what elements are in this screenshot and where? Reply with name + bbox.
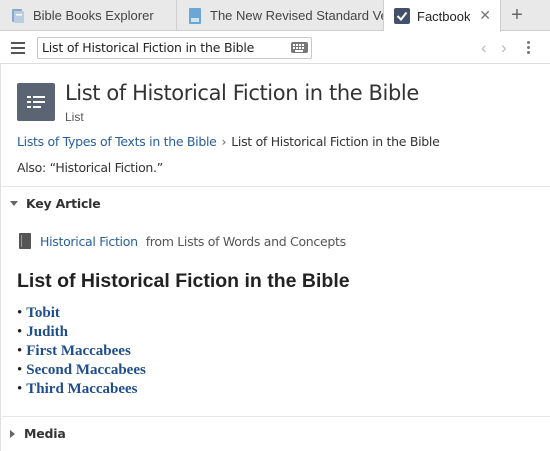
bullet: • (17, 324, 23, 340)
bible-books-explorer-icon (10, 8, 26, 24)
also-note: Also: “Historical Fiction.” (17, 160, 163, 175)
bullet: • (17, 343, 23, 359)
expand-triangle-icon (10, 201, 18, 206)
key-article-row: Historical Fiction from Lists of Words a… (19, 233, 346, 249)
bullet: • (17, 305, 23, 321)
list-item: • Tobit (17, 304, 146, 323)
list-item: • Second Maccabees (17, 361, 146, 380)
keyboard-icon[interactable] (291, 42, 308, 53)
divider (2, 416, 550, 417)
toolbar: List of Historical Fiction in the Bible … (0, 32, 550, 64)
book-link[interactable]: Second Maccabees (26, 362, 146, 378)
bullet: • (17, 381, 23, 397)
divider (2, 186, 550, 187)
media-toggle[interactable]: Media (10, 426, 66, 441)
key-article-toggle[interactable]: Key Article (10, 196, 101, 211)
breadcrumb-current: List of Historical Fiction in the Bible (231, 134, 440, 149)
factbook-check-icon (394, 8, 410, 24)
bible-resource-icon (187, 7, 203, 24)
collapsed-triangle-icon (10, 429, 15, 438)
address-input[interactable]: List of Historical Fiction in the Bible (37, 37, 312, 59)
breadcrumb-separator: › (221, 134, 227, 149)
tab-label: Bible Books Explorer (33, 8, 154, 23)
key-article-link[interactable]: Historical Fiction (40, 234, 138, 249)
section-label: Media (24, 426, 66, 441)
new-tab-button[interactable]: + (501, 0, 533, 31)
list-icon (17, 83, 55, 121)
forward-arrow-icon[interactable]: › (501, 38, 507, 58)
book-link[interactable]: First Maccabees (26, 343, 131, 359)
back-arrow-icon[interactable]: ‹ (481, 38, 487, 58)
tab-factbook[interactable]: Factbook ✕ (384, 0, 501, 32)
menu-icon[interactable] (11, 42, 25, 54)
article-content: List of Historical Fiction in the Bible … (0, 64, 550, 451)
close-icon[interactable]: ✕ (479, 7, 491, 24)
more-vertical-icon[interactable] (527, 41, 531, 55)
book-icon (19, 233, 31, 249)
tab-bar: Bible Books Explorer The New Revised Sta… (0, 0, 550, 32)
list-item: • Judith (17, 323, 146, 342)
book-link[interactable]: Third Maccabees (26, 381, 137, 397)
book-link[interactable]: Judith (26, 324, 68, 340)
bullet: • (17, 362, 23, 378)
page-title: List of Historical Fiction in the Bible (65, 81, 419, 105)
key-article-source: from Lists of Words and Concepts (145, 233, 346, 249)
breadcrumb: Lists of Types of Texts in the Bible › Lis… (17, 134, 440, 149)
list-item: • Third Maccabees (17, 380, 146, 399)
section-label: Key Article (26, 196, 101, 211)
list-heading: List of Historical Fiction in the Bible (17, 270, 350, 292)
tab-label: The New Revised Standard Version (210, 8, 383, 23)
book-link[interactable]: Tobit (26, 305, 60, 321)
page-subtitle: List (65, 110, 84, 124)
list-item: • First Maccabees (17, 342, 146, 361)
address-text: List of Historical Fiction in the Bible (42, 40, 255, 55)
tab-label: Factbook (417, 8, 471, 24)
tab-nrsv[interactable]: The New Revised Standard Version (177, 0, 384, 31)
book-list: • Tobit • Judith • First Maccabees • Second … (17, 304, 146, 399)
breadcrumb-link[interactable]: Lists of Types of Texts in the Bible (17, 134, 217, 149)
tab-bible-books-explorer[interactable]: Bible Books Explorer (0, 0, 177, 31)
